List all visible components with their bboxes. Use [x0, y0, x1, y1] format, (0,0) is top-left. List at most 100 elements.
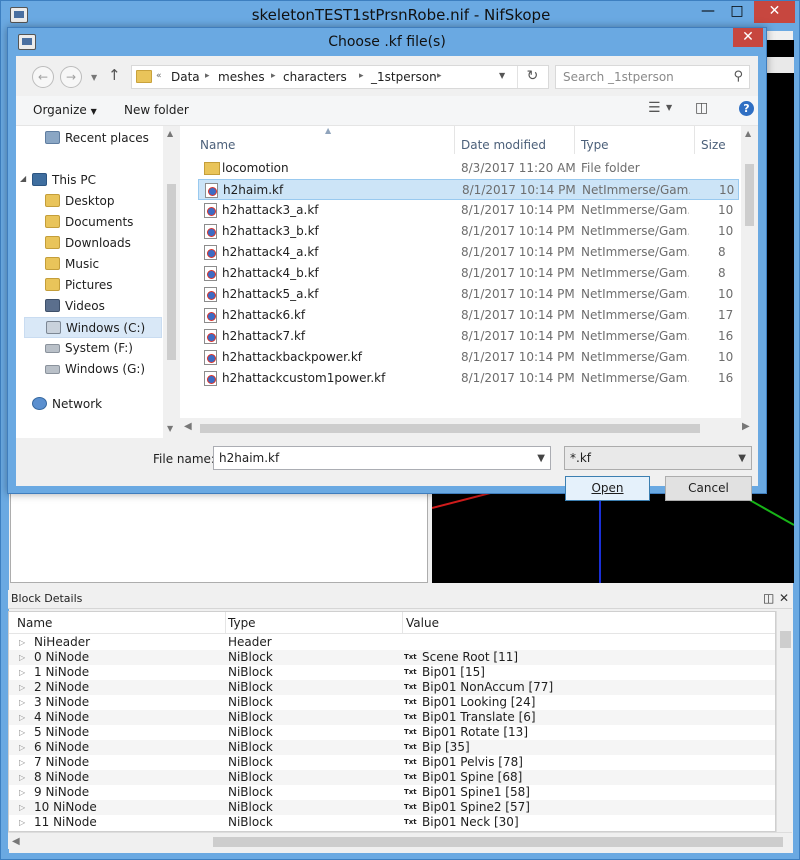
column-divider[interactable] — [402, 612, 403, 634]
chevron-right-icon[interactable]: ▸ — [437, 71, 442, 81]
expand-arrow-icon[interactable]: ▷ — [19, 635, 25, 650]
expand-arrow-icon[interactable]: ▷ — [19, 680, 25, 695]
file-row[interactable]: h2hattack3_a.kf 8/1/2017 10:14 PM NetImmer… — [198, 200, 739, 221]
file-row[interactable]: h2hattack7.kf 8/1/2017 10:14 PM NetImmerse… — [198, 326, 739, 347]
nav-item-videos[interactable]: Videos — [45, 296, 175, 317]
file-row[interactable]: h2hattack6.kf 8/1/2017 10:14 PM NetImmerse… — [198, 305, 739, 326]
block-details-vertical-scrollbar[interactable] — [776, 611, 793, 832]
block-value[interactable]: Scene Root [11] — [422, 650, 518, 665]
block-list-pane[interactable] — [10, 490, 428, 583]
scrollbar-thumb[interactable] — [167, 184, 176, 360]
file-row[interactable]: h2hattack4_b.kf 8/1/2017 10:14 PM NetImmer… — [198, 263, 739, 284]
render-view-tab[interactable] — [764, 57, 794, 73]
float-dock-icon[interactable]: ◫ — [763, 591, 774, 605]
address-bar[interactable]: « Data ▸ meshes ▸ characters ▸ _1stperso… — [131, 65, 549, 89]
breadcrumb-overflow[interactable]: « — [156, 71, 162, 81]
help-icon[interactable]: ? — [739, 101, 754, 116]
close-button[interactable]: ✕ — [754, 1, 795, 23]
search-input[interactable]: Search _1stperson ⚲ — [555, 65, 750, 89]
chevron-right-icon[interactable]: ▸ — [271, 71, 276, 81]
scroll-left-icon[interactable]: ◀ — [12, 836, 20, 847]
block-value[interactable]: Bip01 NonAccum [77] — [422, 680, 553, 695]
minimize-button[interactable]: — — [694, 1, 722, 23]
file-type-select[interactable]: *.kf ▼ — [564, 446, 752, 470]
column-divider[interactable] — [454, 126, 455, 154]
block-value[interactable]: Bip01 Spine1 [58] — [422, 785, 530, 800]
expand-arrow-icon[interactable]: ▷ — [19, 800, 25, 815]
expand-arrow-icon[interactable]: ▷ — [19, 740, 25, 755]
forward-button[interactable]: → — [60, 66, 82, 88]
render-view-strip[interactable] — [765, 40, 794, 492]
file-list-pane[interactable]: ▲ Name Date modified Type Size locomotio… — [180, 126, 758, 438]
expand-arrow-icon[interactable]: ▷ — [19, 665, 25, 680]
recent-locations-dropdown-icon[interactable]: ▼ — [91, 73, 97, 82]
scroll-up-icon[interactable]: ▲ — [167, 129, 173, 138]
preview-pane-icon[interactable]: ◫ — [695, 100, 708, 116]
organize-button[interactable]: Organize ▼ — [33, 103, 97, 117]
up-folder-button[interactable]: ↑ — [108, 66, 121, 84]
file-row[interactable]: h2hattack3_b.kf 8/1/2017 10:14 PM NetImmer… — [198, 221, 739, 242]
nav-item-recent-places[interactable]: Recent places — [45, 128, 175, 149]
nav-item-windows-g[interactable]: Windows (G:) — [45, 359, 175, 380]
expand-arrow-icon[interactable]: ▷ — [19, 725, 25, 740]
block-row[interactable]: ▷ NiHeader Header — [9, 635, 775, 650]
render-view[interactable] — [432, 490, 794, 583]
column-header-size[interactable]: Size — [701, 138, 726, 152]
block-row[interactable]: ▷ 3 NiNode NiBlock Txt Bip01 Looking [24] — [9, 695, 775, 710]
scroll-left-icon[interactable]: ◀ — [184, 421, 192, 432]
navigation-pane[interactable]: Recent places This PC ◢ Desktop Documents Dow… — [16, 126, 180, 438]
expand-arrow-icon[interactable]: ▷ — [19, 770, 25, 785]
file-row[interactable]: h2haim.kf 8/1/2017 10:14 PM NetImmerse/Gam… — [198, 179, 739, 200]
column-header-type[interactable]: Type — [228, 616, 256, 630]
file-list-vertical-scrollbar[interactable]: ▲ — [741, 126, 758, 438]
open-button[interactable]: Open — [565, 476, 650, 501]
block-row[interactable]: ▷ 0 NiNode NiBlock Txt Scene Root [11] — [9, 650, 775, 665]
address-dropdown-icon[interactable]: ▼ — [499, 71, 505, 80]
refresh-icon[interactable]: ↻ — [517, 66, 547, 88]
expand-arrow-icon[interactable]: ▷ — [19, 785, 25, 800]
file-list-horizontal-scrollbar[interactable]: ◀ ▶ — [180, 418, 758, 438]
chevron-right-icon[interactable]: ▸ — [205, 71, 210, 81]
block-value[interactable]: Bip01 Neck [30] — [422, 815, 519, 830]
block-row[interactable]: ▷ 4 NiNode NiBlock Txt Bip01 Translate [6] — [9, 710, 775, 725]
chevron-down-icon[interactable]: ▼ — [738, 453, 746, 464]
file-row[interactable]: h2hattack5_a.kf 8/1/2017 10:14 PM NetImmer… — [198, 284, 739, 305]
block-details-horizontal-scrollbar[interactable]: ◀ — [8, 832, 792, 849]
scroll-right-icon[interactable]: ▶ — [742, 421, 750, 432]
expand-arrow-icon[interactable]: ▷ — [19, 695, 25, 710]
view-options-icon[interactable]: ☰ — [648, 100, 661, 116]
column-header-name[interactable]: Name — [17, 616, 52, 630]
navigation-vertical-scrollbar[interactable]: ▲ ▼ — [163, 126, 180, 438]
expand-arrow-icon[interactable]: ▷ — [19, 710, 25, 725]
column-divider[interactable] — [225, 612, 226, 634]
scroll-up-icon[interactable]: ▲ — [745, 129, 751, 138]
nav-item-desktop[interactable]: Desktop — [45, 191, 175, 212]
new-folder-button[interactable]: New folder — [124, 103, 189, 117]
column-header-type[interactable]: Type — [581, 138, 609, 152]
block-row[interactable]: ▷ 2 NiNode NiBlock Txt Bip01 NonAccum [77] — [9, 680, 775, 695]
dialog-close-button[interactable]: ✕ — [733, 28, 763, 47]
nav-item-system-f[interactable]: System (F:) — [45, 338, 175, 359]
close-dock-icon[interactable]: ✕ — [779, 591, 789, 605]
block-value[interactable]: Bip01 Spine2 [57] — [422, 800, 530, 815]
file-row[interactable]: h2hattackbackpower.kf 8/1/2017 10:14 PM Ne… — [198, 347, 739, 368]
block-row[interactable]: ▷ 1 NiNode NiBlock Txt Bip01 [15] — [9, 665, 775, 680]
maximize-button[interactable]: □ — [723, 1, 751, 23]
nav-item-pictures[interactable]: Pictures — [45, 275, 175, 296]
breadcrumb-meshes[interactable]: meshes — [218, 70, 265, 84]
column-divider[interactable] — [694, 126, 695, 154]
column-divider[interactable] — [574, 126, 575, 154]
cancel-button[interactable]: Cancel — [665, 476, 752, 501]
block-value[interactable]: Bip01 Translate [6] — [422, 710, 536, 725]
nav-item-windows-c[interactable]: Windows (C:) — [24, 317, 162, 338]
block-row[interactable]: ▷ 7 NiNode NiBlock Txt Bip01 Pelvis [78] — [9, 755, 775, 770]
block-value[interactable]: Bip01 Spine [68] — [422, 770, 522, 785]
breadcrumb-data[interactable]: Data — [171, 70, 200, 84]
block-value[interactable]: Bip01 Rotate [13] — [422, 725, 528, 740]
breadcrumb-characters[interactable]: characters — [283, 70, 347, 84]
scrollbar-thumb[interactable] — [213, 837, 783, 847]
column-header-value[interactable]: Value — [406, 616, 439, 630]
block-row[interactable]: ▷ 11 NiNode NiBlock Txt Bip01 Neck [30] — [9, 815, 775, 830]
expand-arrow-icon[interactable]: ▷ — [19, 815, 25, 830]
block-value[interactable]: Bip01 Pelvis [78] — [422, 755, 523, 770]
